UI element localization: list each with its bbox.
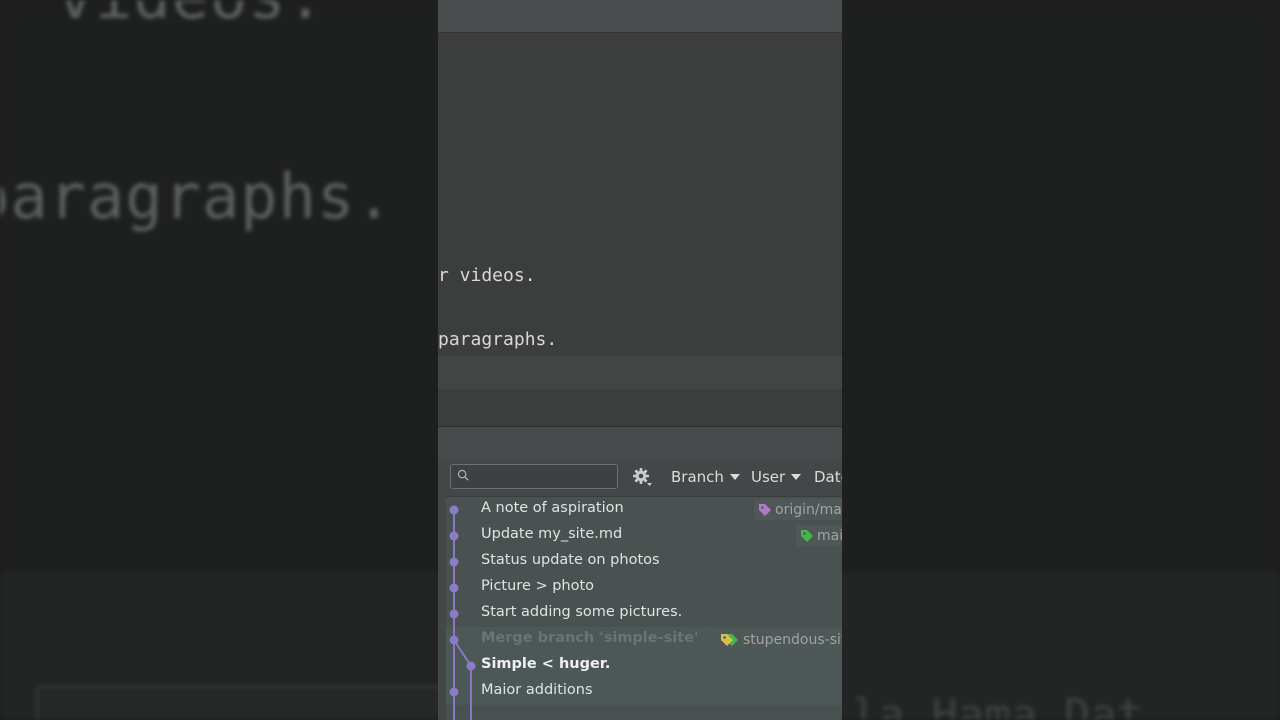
commit-message: Maior additions: [481, 682, 593, 698]
code-editor[interactable]: r videos. paragraphs.: [438, 33, 842, 426]
gear-icon[interactable]: [631, 466, 653, 488]
commit-node: [449, 583, 459, 593]
branch-tag: mai: [796, 525, 842, 546]
commit-graph: [449, 505, 476, 720]
commit-message: Simple < huger.: [481, 656, 611, 672]
branch-filter-dropdown[interactable]: Branch: [671, 468, 740, 486]
branch-tag: stupendous-sit: [716, 629, 842, 650]
branch-tag: origin/mai: [754, 499, 842, 520]
branch-tag-label: mai: [817, 527, 842, 544]
chevron-down-icon: [791, 474, 802, 480]
search-icon: [457, 469, 469, 481]
commit-row[interactable]: Maior additions: [446, 679, 842, 705]
tag-icon: [801, 529, 813, 542]
branch-filter-label: Branch: [671, 468, 724, 486]
branch-tag-label: origin/mai: [775, 501, 842, 518]
code-line: paragraphs.: [438, 329, 558, 350]
git-log-panel: Branch User Date A note of aspiration ori…: [438, 460, 842, 720]
commit-node: [449, 609, 459, 619]
bg-text-2: paragraphs.: [0, 160, 394, 233]
commit-message: A note of aspiration: [481, 500, 624, 516]
commit-node: [449, 687, 459, 697]
graph-branch-line: [453, 639, 472, 667]
commit-node: [449, 531, 459, 541]
chevron-down-icon: [729, 474, 740, 480]
commit-message: Merge branch 'simple-site': [481, 630, 699, 646]
branch-tag-label: stupendous-sit: [743, 631, 842, 648]
commit-node: [449, 505, 459, 515]
tag-icon: [759, 503, 771, 516]
commit-list[interactable]: A note of aspiration origin/mai Update my_…: [446, 496, 842, 720]
commit-node: [449, 557, 459, 567]
commit-row[interactable]: Merge branch 'simple-site' stupendous-sit: [446, 627, 842, 653]
commit-message: Update my_site.md: [481, 526, 623, 542]
user-filter-label: User: [751, 468, 786, 486]
commit-row[interactable]: Status update on photos: [446, 549, 842, 575]
date-filter-dropdown[interactable]: Date: [814, 468, 842, 486]
bg-text-1: r videos.: [0, 0, 325, 33]
git-log-toolbar: Branch User Date: [438, 460, 842, 494]
commit-node: [466, 661, 476, 671]
date-filter-label: Date: [814, 468, 842, 486]
commit-row[interactable]: Simple < huger.: [446, 653, 842, 679]
tag-icon: [721, 633, 738, 646]
commit-row[interactable]: Update my_site.md mai: [446, 523, 842, 549]
code-line: r videos.: [438, 265, 536, 286]
caret-row-highlight: [438, 356, 842, 389]
commit-message: Status update on photos: [481, 552, 660, 568]
commit-row[interactable]: Start adding some pictures.: [446, 601, 842, 627]
commit-message: Picture > photo: [481, 578, 595, 594]
tool-window-header[interactable]: [438, 426, 842, 461]
ide-window: r videos. paragraphs. Branch User Dat A …: [438, 0, 842, 720]
bg-panel: [36, 686, 460, 720]
search-field[interactable]: [450, 464, 618, 489]
editor-tab-bar: [438, 0, 842, 33]
user-filter-dropdown[interactable]: User: [751, 468, 802, 486]
commit-node: [449, 635, 459, 645]
commit-row[interactable]: Picture > photo: [446, 575, 842, 601]
search-input[interactable]: [475, 467, 617, 488]
commit-row[interactable]: A note of aspiration origin/mai: [446, 497, 842, 523]
commit-message: Start adding some pictures.: [481, 604, 683, 620]
bg-bottom-text: la Hama Dat: [852, 690, 1144, 720]
